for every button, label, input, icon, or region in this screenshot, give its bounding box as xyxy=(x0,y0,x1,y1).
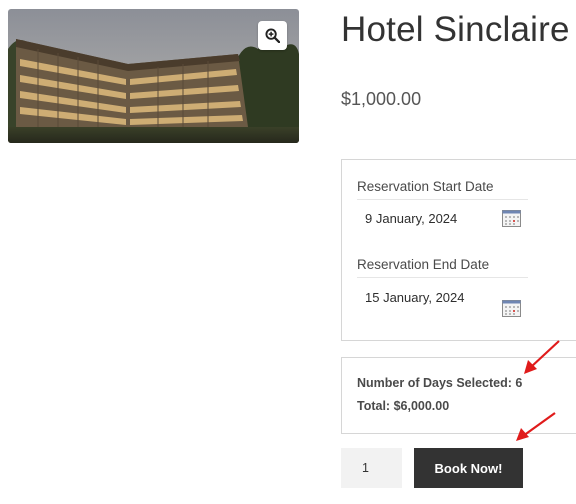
booking-summary-box: Number of Days Selected: 6 Total: $6,000… xyxy=(341,357,576,434)
start-date-field[interactable]: 9 January, 2024 xyxy=(365,211,457,226)
total-price-text: Total: $6,000.00 xyxy=(357,399,450,413)
start-date-label: Reservation Start Date xyxy=(357,179,528,200)
end-date-label: Reservation End Date xyxy=(357,257,528,278)
product-image[interactable] xyxy=(8,9,299,143)
zoom-button[interactable] xyxy=(258,21,287,50)
quantity-input[interactable] xyxy=(341,448,402,488)
reservation-dates-box: Reservation Start Date 9 January, 2024 R… xyxy=(341,159,576,341)
calendar-icon[interactable] xyxy=(502,299,521,317)
end-date-field[interactable]: 15 January, 2024 xyxy=(365,290,465,305)
product-price: $1,000.00 xyxy=(341,89,422,109)
calendar-icon[interactable] xyxy=(502,209,521,227)
product-title: Hotel Sinclaire xyxy=(341,10,570,49)
days-selected-text: Number of Days Selected: 6 xyxy=(357,376,523,390)
book-now-button[interactable]: Book Now! xyxy=(414,448,523,488)
magnifier-plus-icon xyxy=(265,28,280,43)
hotel-photo xyxy=(8,9,299,143)
